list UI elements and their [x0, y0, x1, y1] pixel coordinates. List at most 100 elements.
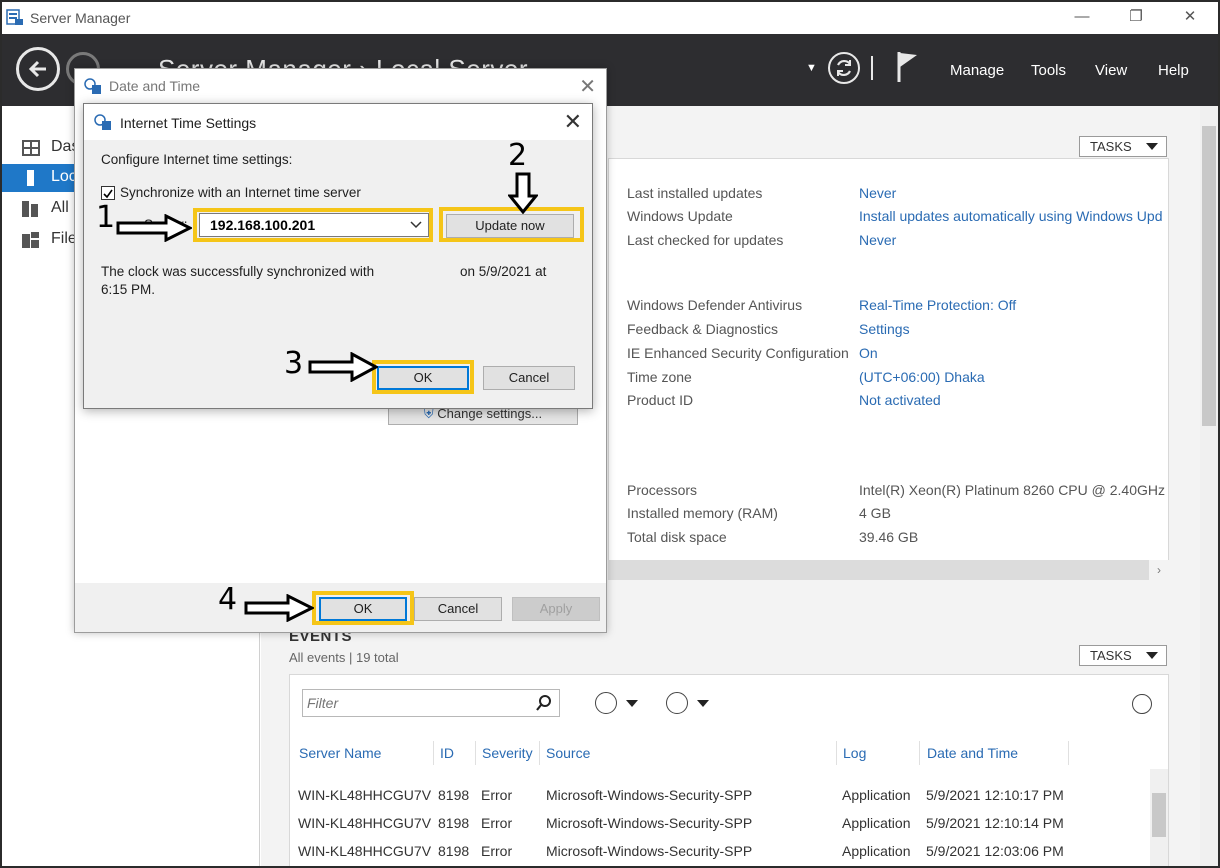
events-tasks-button[interactable]: TASKS	[1079, 645, 1167, 666]
chevron-down-icon[interactable]	[697, 700, 709, 707]
status-text-line1: The clock was successfully synchronized …	[101, 264, 375, 279]
prop-value-link[interactable]: Never	[859, 185, 896, 201]
step-number-3: 3	[284, 346, 304, 381]
prop-value-link[interactable]: (UTC+06:00) Dhaka	[859, 369, 985, 385]
sidebar-item-label: File	[51, 230, 77, 247]
prop-label: Product ID	[627, 392, 694, 408]
events-vertical-scrollbar[interactable]	[1150, 769, 1168, 866]
window-title: Server Manager	[30, 10, 131, 26]
cancel-button[interactable]: Cancel	[414, 597, 502, 621]
minimize-button[interactable]: —	[1060, 6, 1104, 28]
column-separator	[1068, 741, 1069, 765]
column-header-log[interactable]: Log	[843, 745, 866, 761]
properties-panel: Last installed updates Never Windows Upd…	[608, 158, 1169, 564]
column-separator	[539, 741, 540, 765]
step-number-4: 4	[218, 582, 238, 617]
column-header-server-name[interactable]: Server Name	[299, 745, 381, 761]
prop-label: Windows Defender Antivirus	[627, 297, 803, 313]
search-icon[interactable]	[535, 694, 553, 712]
scroll-right-icon[interactable]: ›	[1149, 560, 1169, 580]
column-header-id[interactable]: ID	[440, 745, 454, 761]
menu-view[interactable]: View	[1095, 62, 1127, 79]
cancel-button[interactable]: Cancel	[483, 366, 575, 390]
table-row[interactable]: WIN-KL48HHCGU7V 8198 Error Microsoft-Win…	[290, 815, 1150, 843]
table-row[interactable]: WIN-KL48HHCGU7V 8198 Error Microsoft-Win…	[290, 787, 1150, 815]
prop-value: 4 GB	[859, 505, 891, 521]
prop-label: Installed memory (RAM)	[627, 505, 778, 521]
scrollbar-thumb[interactable]	[1202, 126, 1216, 426]
filter-input[interactable]	[307, 691, 527, 715]
cell-id: 8198	[438, 843, 470, 859]
events-filter[interactable]	[302, 689, 560, 717]
prop-label: Total disk space	[627, 529, 727, 545]
refresh-button[interactable]	[828, 52, 860, 84]
save-query-icon[interactable]	[666, 692, 688, 714]
configure-label: Configure Internet time settings:	[101, 152, 293, 167]
status-text-line2: 6:15 PM.	[101, 282, 156, 297]
dialog-close-button[interactable]: ✕	[579, 74, 596, 99]
properties-tasks-button[interactable]: TASKS	[1079, 136, 1167, 157]
list-options-icon[interactable]	[595, 692, 617, 714]
all-servers-icon	[22, 201, 38, 217]
close-button[interactable]: ✕	[1168, 6, 1212, 28]
file-storage-icon	[22, 232, 39, 248]
prop-value-link[interactable]: Not activated	[859, 392, 941, 408]
column-header-source[interactable]: Source	[546, 745, 590, 761]
column-header-severity[interactable]: Severity	[482, 745, 533, 761]
cell-log: Application	[842, 815, 911, 831]
prop-label: Feedback & Diagnostics	[627, 321, 778, 337]
checkmark-icon	[103, 189, 113, 199]
menu-manage[interactable]: Manage	[950, 62, 1004, 79]
chevron-down-icon	[1146, 652, 1158, 659]
cell-severity: Error	[481, 843, 513, 859]
date-time-icon	[94, 114, 111, 130]
prop-label: Time zone	[627, 369, 692, 385]
properties-horizontal-scrollbar[interactable]: ›	[608, 560, 1169, 580]
highlight-inner-ok	[372, 360, 474, 394]
prop-label: IE Enhanced Security Configuration	[627, 345, 849, 361]
prop-value-link[interactable]: Settings	[859, 321, 910, 337]
column-separator	[433, 741, 434, 765]
window-titlebar: Server Manager — ❐ ✕	[2, 2, 1218, 34]
dialog-title: Internet Time Settings	[120, 115, 257, 131]
prop-value-link[interactable]: Install updates automatically using Wind…	[859, 208, 1163, 224]
prop-value-link[interactable]: Real-Time Protection: Off	[859, 297, 1016, 313]
back-button[interactable]	[16, 47, 60, 91]
menu-help[interactable]: Help	[1158, 62, 1189, 79]
header-separator	[871, 56, 873, 80]
events-subtitle: All events | 19 total	[289, 650, 399, 665]
prop-value-link[interactable]: On	[859, 345, 878, 361]
sync-label[interactable]: Synchronize with an Internet time server	[120, 185, 361, 200]
back-arrow-icon	[28, 60, 46, 78]
sync-checkbox[interactable]	[101, 186, 115, 200]
arrow-right-icon	[308, 352, 378, 382]
expand-icon[interactable]	[1132, 694, 1152, 714]
main-vertical-scrollbar[interactable]	[1200, 106, 1218, 866]
cell-date-time: 5/9/2021 12:03:06 PM	[926, 843, 1064, 859]
notifications-flag-icon[interactable]	[896, 50, 920, 84]
column-header-date-time[interactable]: Date and Time	[927, 745, 1018, 761]
apply-button[interactable]: Apply	[512, 597, 600, 621]
cell-source: Microsoft-Windows-Security-SPP	[546, 843, 753, 859]
dialog-title: Date and Time	[109, 78, 201, 94]
maximize-button[interactable]: ❐	[1114, 6, 1158, 28]
server-manager-window: Server Manager — ❐ ✕ Server Manager › Lo…	[0, 0, 1220, 868]
server-manager-icon	[6, 9, 23, 25]
prop-value-link[interactable]: Never	[859, 232, 896, 248]
table-row[interactable]: WIN-KL48HHCGU7V 8198 Error Microsoft-Win…	[290, 843, 1150, 866]
events-panel: Server Name ID Severity Source Log Date …	[289, 674, 1169, 866]
cell-severity: Error	[481, 787, 513, 803]
breadcrumb-dropdown-icon[interactable]: ▼	[806, 62, 817, 74]
dialog-close-button[interactable]: ✕	[564, 109, 582, 135]
cell-log: Application	[842, 843, 911, 859]
column-separator	[836, 741, 837, 765]
arrow-down-icon	[508, 172, 538, 214]
arrow-right-icon	[116, 214, 192, 242]
scrollbar-thumb[interactable]	[1152, 793, 1166, 837]
column-separator	[919, 741, 920, 765]
cell-log: Application	[842, 787, 911, 803]
menu-tools[interactable]: Tools	[1031, 62, 1066, 79]
cell-server-name: WIN-KL48HHCGU7V	[298, 787, 432, 803]
highlight-server-field	[193, 208, 433, 242]
chevron-down-icon[interactable]	[626, 700, 638, 707]
